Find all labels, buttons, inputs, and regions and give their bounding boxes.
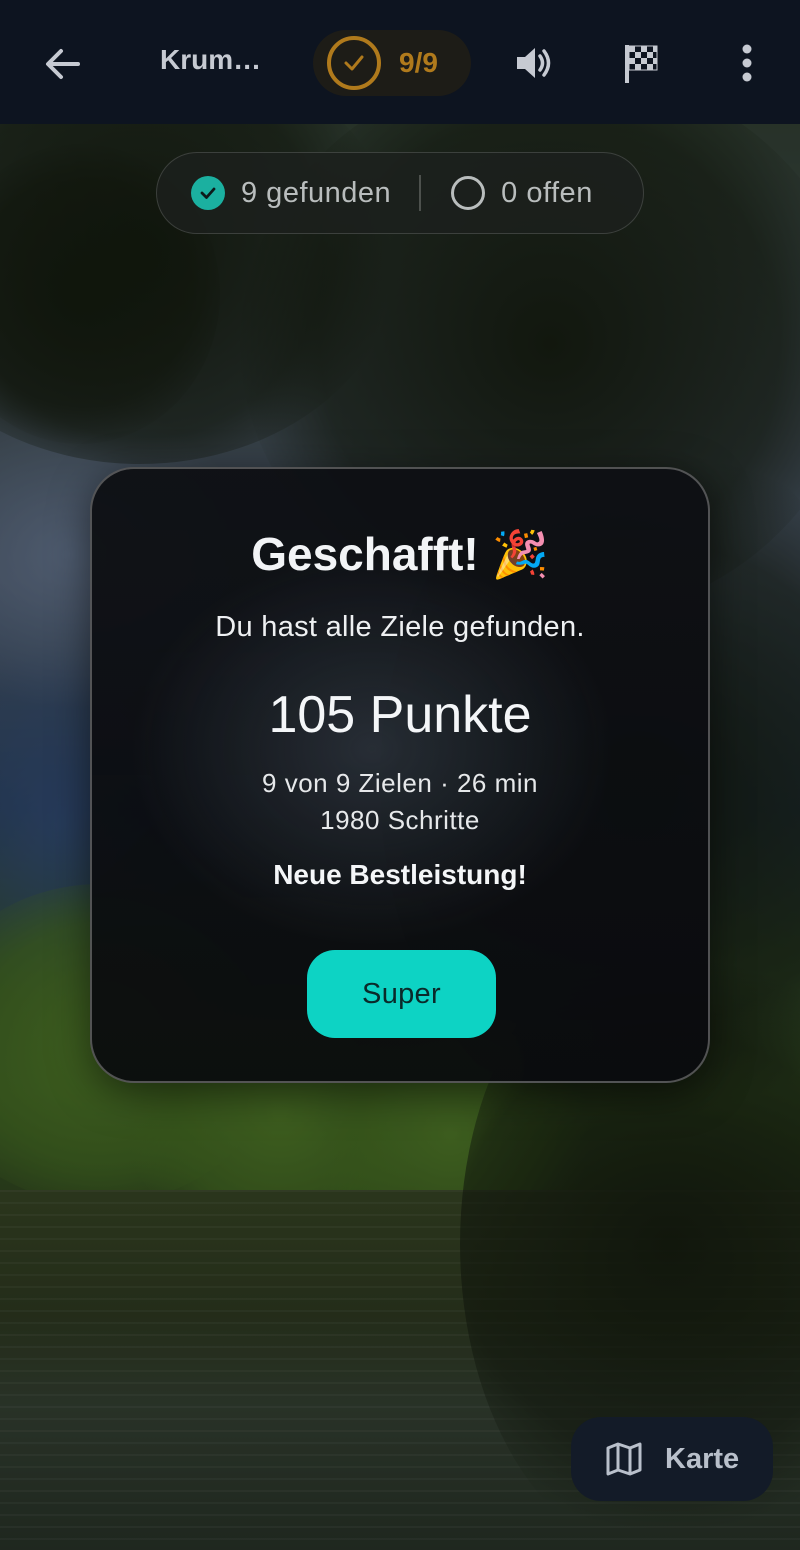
map-button-label: Karte — [665, 1442, 740, 1475]
progress-ring — [327, 36, 381, 90]
arrow-left-icon — [46, 49, 80, 79]
score-points: 105 Punkte — [268, 686, 532, 744]
more-menu-button[interactable] — [722, 38, 772, 88]
sound-button[interactable] — [508, 38, 558, 88]
progress-count: 9/9 — [399, 47, 438, 78]
app-bar: Krum… 9/9 — [0, 0, 800, 124]
super-button[interactable]: Super — [307, 950, 496, 1038]
found-count: 9 gefunden — [191, 176, 391, 210]
open-label: 0 offen — [501, 176, 593, 209]
stats-steps: 1980 Schritte — [320, 805, 480, 835]
more-vertical-icon — [742, 44, 752, 82]
open-count: 0 offen — [451, 176, 593, 210]
progress-indicator[interactable]: 9/9 — [313, 30, 471, 96]
divider — [419, 175, 422, 211]
dialog-subtitle: Du hast alle Ziele gefunden. — [215, 611, 585, 643]
check-icon — [344, 55, 364, 71]
map-button[interactable]: Karte — [571, 1417, 773, 1501]
map-icon — [606, 1442, 642, 1476]
dialog-headline: Geschafft! 🎉 — [251, 528, 549, 580]
checkered-flag-icon — [625, 45, 658, 83]
target-status-pill: 9 gefunden 0 offen — [156, 152, 644, 234]
check-circle-icon — [191, 176, 225, 210]
volume-icon — [517, 48, 551, 78]
score-stats: 9 von 9 Zielen · 26 min 1980 Schritte — [92, 765, 708, 839]
found-label: 9 gefunden — [241, 176, 392, 209]
back-button[interactable] — [38, 40, 86, 88]
stats-targets-time: 9 von 9 Zielen · 26 min — [262, 768, 538, 798]
best-score-label: Neue Bestleistung! — [273, 859, 527, 890]
page-title: Krum… — [160, 44, 262, 75]
empty-circle-icon — [451, 176, 486, 210]
finish-button[interactable] — [615, 38, 665, 88]
completion-dialog: Geschafft! 🎉 Du hast alle Ziele gefunden… — [90, 467, 710, 1083]
